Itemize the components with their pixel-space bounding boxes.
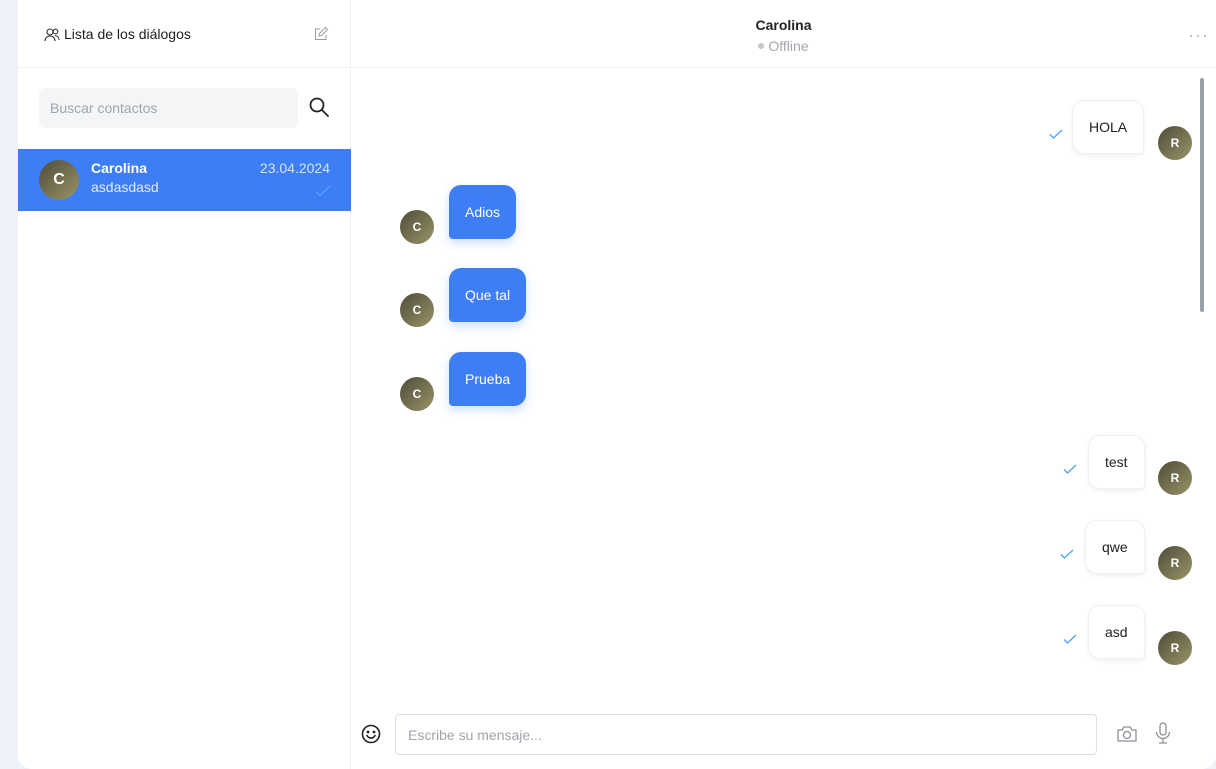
message-input[interactable] [395, 714, 1097, 755]
avatar: C [400, 210, 434, 244]
dialogs-sidebar: Lista de los diálogos C Carolina asdasda… [18, 0, 351, 769]
users-icon [44, 28, 60, 42]
camera-icon[interactable] [1116, 724, 1138, 744]
avatar: C [400, 293, 434, 327]
contact-status: Offline [351, 38, 1216, 54]
avatar: C [39, 160, 79, 200]
microphone-icon[interactable] [1153, 722, 1173, 744]
scrollbar[interactable] [1200, 78, 1204, 312]
message-bubble-in: Prueba [449, 352, 527, 406]
message-bubble-out: test [1088, 435, 1145, 489]
dialog-name: Carolina [91, 160, 148, 176]
dialog-item-carolina[interactable]: C Carolina asdasdasd 23.04.2024 [18, 149, 351, 211]
avatar: R [1158, 461, 1192, 495]
check-icon [315, 185, 331, 197]
emoji-icon[interactable] [361, 724, 381, 744]
avatar: C [400, 377, 434, 411]
sidebar-title: Lista de los diálogos [64, 26, 191, 42]
check-icon [1063, 634, 1077, 644]
chat-header: Carolina Offline [351, 0, 1216, 68]
message-bubble-in: Adios [449, 185, 517, 239]
message-bubble-out: HOLA [1072, 100, 1145, 154]
dialog-preview: asdasdasd [91, 179, 159, 195]
status-text: Offline [768, 38, 809, 54]
status-dot [758, 43, 765, 50]
chat-panel: Carolina Offline HOLA R C Adios C Que ta… [351, 0, 1216, 769]
message-bubble-in: Que tal [449, 268, 527, 322]
messenger-app: Lista de los diálogos C Carolina asdasda… [18, 0, 1216, 769]
edit-icon[interactable] [313, 26, 329, 42]
avatar: R [1158, 631, 1192, 665]
message-bubble-out: qwe [1085, 520, 1145, 574]
check-icon [1060, 549, 1074, 559]
chat-contact-name: Carolina [755, 17, 812, 33]
check-icon [1049, 129, 1063, 139]
more-icon[interactable] [1188, 25, 1208, 45]
search-icon[interactable] [308, 96, 330, 118]
avatar: R [1158, 126, 1192, 160]
avatar: R [1158, 546, 1192, 580]
message-composer [351, 700, 1216, 769]
dialog-date: 23.04.2024 [259, 160, 330, 176]
search-contacts-input[interactable] [39, 88, 298, 128]
check-icon [1063, 464, 1077, 474]
message-bubble-out: asd [1088, 605, 1145, 659]
sidebar-header: Lista de los diálogos [18, 0, 351, 68]
